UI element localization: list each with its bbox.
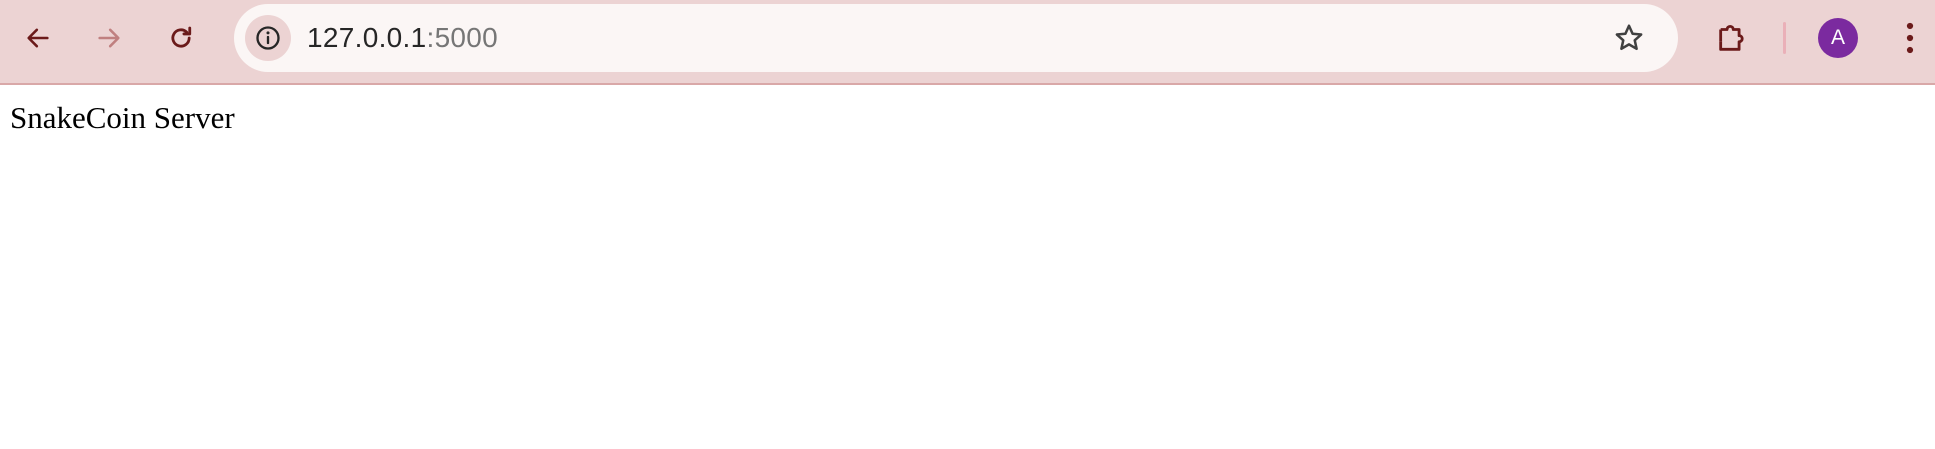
page-content: SnakeCoin Server [0,85,1935,449]
back-arrow-icon [27,28,49,48]
star-icon [1615,24,1643,51]
browser-toolbar: 127.0.0.1:5000 A [0,0,1935,85]
forward-arrow-icon [98,28,120,48]
profile-avatar[interactable]: A [1818,18,1858,58]
bookmark-button[interactable] [1610,19,1648,57]
reload-icon [171,26,192,48]
extensions-button[interactable] [1711,17,1753,59]
more-vertical-icon [1906,22,1914,54]
url-port: :5000 [426,22,499,53]
forward-button[interactable] [88,17,130,59]
back-button[interactable] [17,17,59,59]
puzzle-icon [1719,25,1744,51]
url-text[interactable]: 127.0.0.1:5000 [307,4,498,72]
browser-menu-button[interactable] [1893,17,1927,59]
info-icon [256,26,280,50]
page-text: SnakeCoin Server [10,100,235,135]
address-bar[interactable]: 127.0.0.1:5000 [234,4,1678,72]
url-host: 127.0.0.1 [307,22,427,53]
reload-button[interactable] [160,17,202,59]
toolbar-divider [1783,22,1786,54]
site-info-button[interactable] [245,15,291,61]
